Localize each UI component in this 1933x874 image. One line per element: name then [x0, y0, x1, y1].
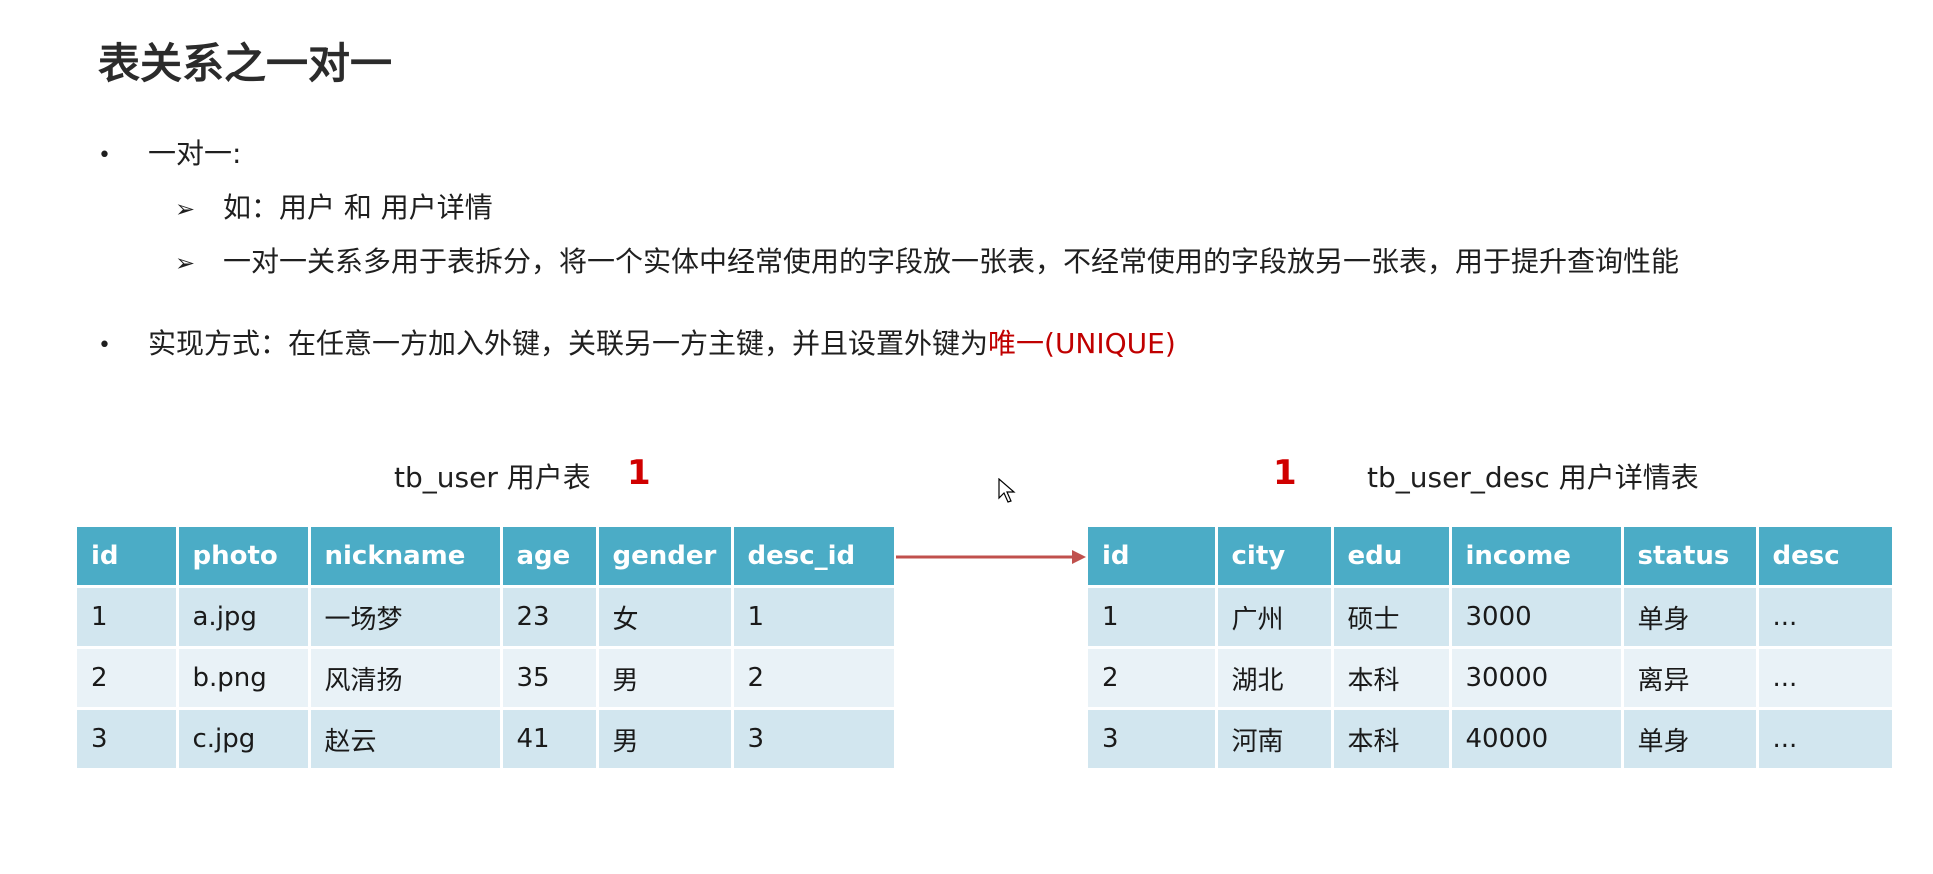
table-header-row: id city edu income status desc	[1088, 527, 1892, 587]
bullet-one-to-one: • 一对一:	[98, 132, 241, 172]
table-cell: 单身	[1622, 585, 1759, 648]
column-header: photo	[177, 527, 311, 587]
table-cell: b.png	[177, 646, 311, 709]
table-cell: 3000	[1450, 585, 1624, 648]
left-table-caption: tb_user 用户表	[394, 461, 591, 494]
table-cell: 30000	[1450, 646, 1624, 709]
column-header: edu	[1332, 527, 1452, 587]
table-cell: 1	[77, 585, 179, 648]
table-cell: 2	[77, 646, 179, 709]
right-cardinality: 1	[1273, 453, 1297, 493]
table-cell: 40000	[1450, 707, 1624, 768]
table-cell: a.jpg	[177, 585, 311, 648]
column-header: id	[77, 527, 179, 587]
table-cell: 23	[501, 585, 599, 648]
page-title: 表关系之一对一	[98, 39, 393, 88]
bullet-dot-icon: •	[98, 332, 111, 358]
bullet-text: 实现方式：在任意一方加入外键，关联另一方主键，并且设置外键为	[148, 327, 989, 360]
table-cell: 本科	[1332, 646, 1452, 709]
column-header: nickname	[309, 527, 503, 587]
table-cell: ...	[1757, 646, 1892, 709]
table-cell: 赵云	[309, 707, 503, 768]
unique-highlight: 唯一(UNIQUE)	[988, 327, 1176, 360]
tb-user-table: id photo nickname age gender desc_id 1 a…	[77, 527, 894, 768]
sub-bullet-example: ➢ 如：用户 和 用户详情	[175, 186, 493, 226]
left-cardinality: 1	[627, 453, 651, 493]
bullet-text: 一对一:	[148, 137, 242, 170]
table-cell: 3	[732, 707, 894, 768]
table-cell: 1	[732, 585, 894, 648]
table-cell: 单身	[1622, 707, 1759, 768]
table-row: 2 b.png 风清扬 35 男 2	[77, 646, 894, 709]
table-cell: 一场梦	[309, 585, 503, 648]
table-row: 1 a.jpg 一场梦 23 女 1	[77, 585, 894, 648]
table-header-row: id photo nickname age gender desc_id	[77, 527, 894, 587]
column-header: desc	[1757, 527, 1892, 587]
table-cell: 风清扬	[309, 646, 503, 709]
table-cell: ...	[1757, 707, 1892, 768]
table-cell: 3	[1088, 707, 1218, 768]
column-header: desc_id	[732, 527, 894, 587]
table-cell: 3	[77, 707, 179, 768]
table-cell: 1	[1088, 585, 1218, 648]
sub-bullet-text: 如：用户 和 用户详情	[223, 191, 493, 224]
arrow-bullet-icon: ➢	[175, 249, 196, 277]
mouse-pointer-icon	[998, 478, 1016, 503]
column-header: id	[1088, 527, 1218, 587]
table-cell: 男	[597, 707, 734, 768]
tb-user-desc-table: id city edu income status desc 1 广州 硕士 3…	[1088, 527, 1892, 768]
table-cell: 男	[597, 646, 734, 709]
table-cell: 离异	[1622, 646, 1759, 709]
table-cell: ...	[1757, 585, 1892, 648]
column-header: age	[501, 527, 599, 587]
table-row: 3 c.jpg 赵云 41 男 3	[77, 707, 894, 768]
sub-bullet-text: 一对一关系多用于表拆分，将一个实体中经常使用的字段放一张表，不经常使用的字段放另…	[223, 245, 1680, 278]
column-header: status	[1622, 527, 1759, 587]
table-cell: 本科	[1332, 707, 1452, 768]
table-row: 3 河南 本科 40000 单身 ...	[1088, 707, 1892, 768]
column-header: income	[1450, 527, 1624, 587]
sub-bullet-usage: ➢ 一对一关系多用于表拆分，将一个实体中经常使用的字段放一张表，不经常使用的字段放…	[175, 240, 1679, 280]
table-cell: c.jpg	[177, 707, 311, 768]
table-cell: 河南	[1216, 707, 1334, 768]
table-cell: 2	[732, 646, 894, 709]
table-cell: 硕士	[1332, 585, 1452, 648]
right-table-caption: tb_user_desc 用户详情表	[1367, 461, 1699, 494]
bullet-implementation: • 实现方式：在任意一方加入外键，关联另一方主键，并且设置外键为唯一(UNIQUE…	[98, 322, 1176, 362]
table-cell: 2	[1088, 646, 1218, 709]
table-row: 1 广州 硕士 3000 单身 ...	[1088, 585, 1892, 648]
table-cell: 41	[501, 707, 599, 768]
arrow-bullet-icon: ➢	[175, 195, 196, 223]
foreign-key-arrow-icon	[896, 550, 1086, 564]
table-cell: 35	[501, 646, 599, 709]
bullet-dot-icon: •	[98, 142, 111, 168]
column-header: city	[1216, 527, 1334, 587]
column-header: gender	[597, 527, 734, 587]
table-cell: 女	[597, 585, 734, 648]
table-row: 2 湖北 本科 30000 离异 ...	[1088, 646, 1892, 709]
table-cell: 广州	[1216, 585, 1334, 648]
table-cell: 湖北	[1216, 646, 1334, 709]
